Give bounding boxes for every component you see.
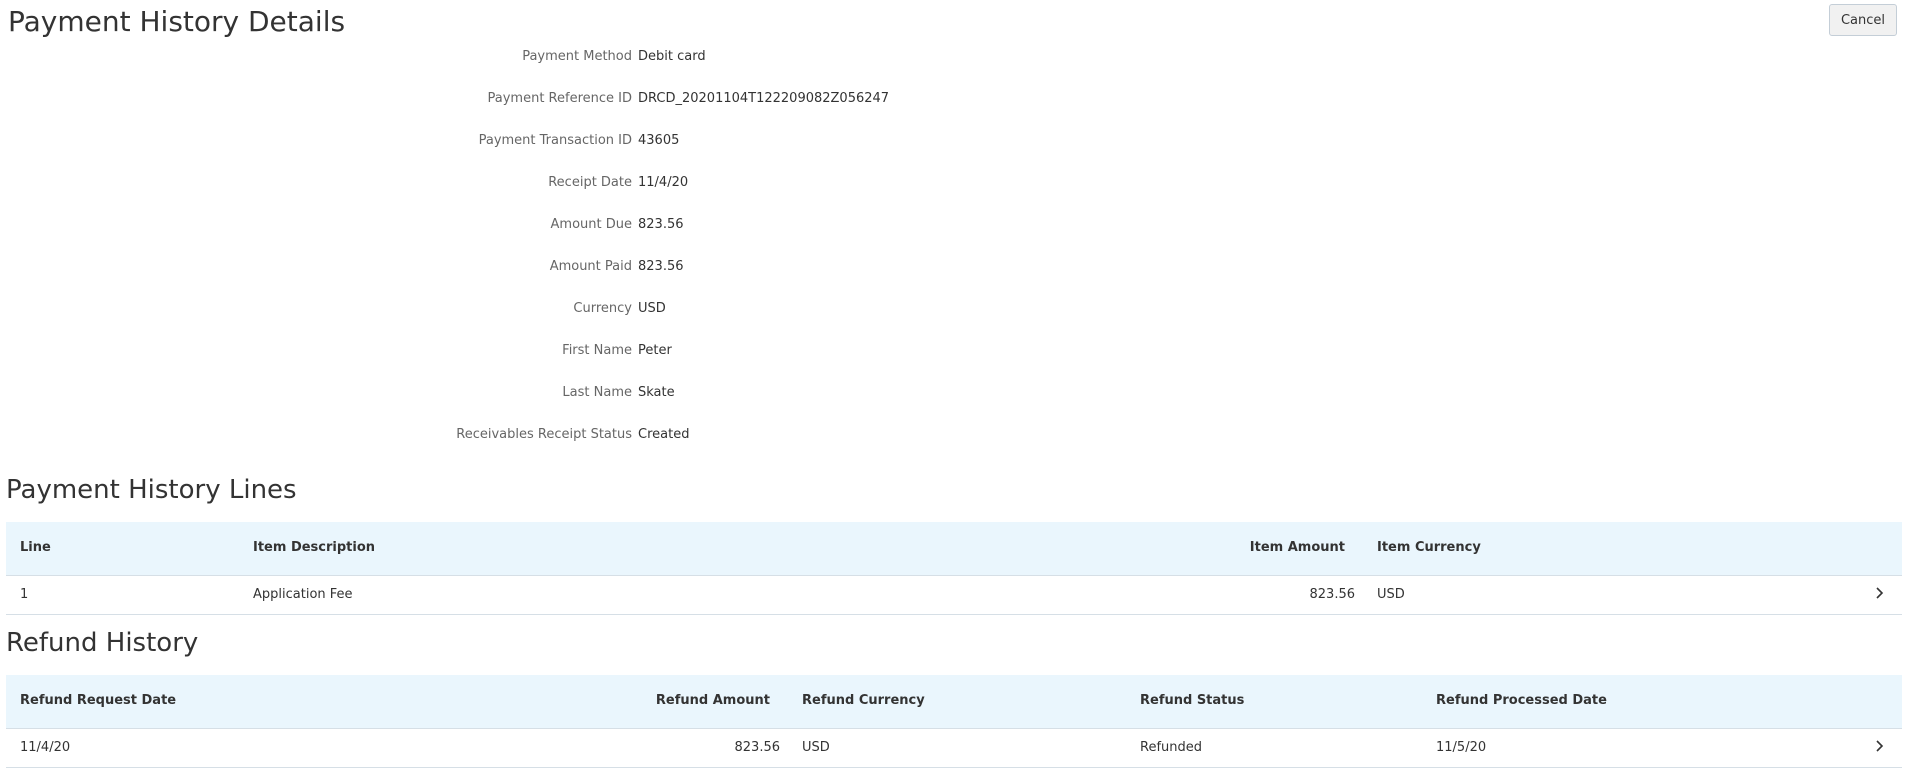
column-header-refund-request-date[interactable]: Refund Request Date [20,693,176,708]
field-value: USD [638,301,666,316]
cell-refund-status: Refunded [1140,740,1203,755]
field-value: 823.56 [638,217,684,232]
refund-history-title: Refund History [6,628,199,658]
field-payment-reference-id: Payment Reference ID DRCD_20201104T12220… [0,84,1200,126]
column-header-item-currency[interactable]: Item Currency [1377,540,1481,555]
column-header-item-amount[interactable]: Item Amount [1250,540,1345,555]
field-label: Payment Reference ID [487,91,633,106]
field-label: Receivables Receipt Status [456,427,632,442]
payment-history-details-page: Payment History Details Cancel Payment M… [0,0,1907,773]
field-label: First Name [562,343,632,358]
cell-item-description: Application Fee [253,587,353,602]
cell-refund-request-date: 11/4/20 [20,740,71,755]
field-value: DRCD_20201104T122209082Z056247 [638,91,890,106]
field-first-name: First Name Peter [0,336,1200,378]
refund-history-table: Refund Request Date Refund Amount Refund… [6,675,1902,768]
field-label: Amount Due [550,217,632,232]
table-row[interactable]: 11/4/20 823.56 USD Refunded 11/5/20 [6,729,1902,768]
field-value: Skate [638,385,675,400]
field-value: Debit card [638,49,706,64]
field-payment-transaction-id: Payment Transaction ID 43605 [0,126,1200,168]
field-amount-paid: Amount Paid 823.56 [0,252,1200,294]
cell-item-currency: USD [1377,587,1405,602]
field-label: Payment Transaction ID [478,133,632,148]
table-row[interactable]: 1 Application Fee 823.56 USD [6,576,1902,615]
payment-details-form: Payment Method Debit card Payment Refere… [0,42,1200,462]
chevron-right-icon[interactable] [1872,584,1888,602]
cell-refund-currency: USD [802,740,830,755]
column-header-refund-amount[interactable]: Refund Amount [656,693,770,708]
column-header-refund-currency[interactable]: Refund Currency [802,693,925,708]
field-value: 11/4/20 [638,175,689,190]
cell-item-amount: 823.56 [1309,587,1356,602]
table-header: Line Item Description Item Amount Item C… [6,522,1902,576]
field-label: Amount Paid [549,259,632,274]
field-label: Currency [573,301,632,316]
field-label: Receipt Date [548,175,632,190]
table-header: Refund Request Date Refund Amount Refund… [6,675,1902,729]
payment-history-lines-table: Line Item Description Item Amount Item C… [6,522,1902,615]
cell-refund-amount: 823.56 [734,740,781,755]
field-value: 823.56 [638,259,684,274]
field-receivables-receipt-status: Receivables Receipt Status Created [0,420,1200,462]
field-last-name: Last Name Skate [0,378,1200,420]
payment-history-lines-title: Payment History Lines [6,475,297,505]
field-value: 43605 [638,133,680,148]
field-amount-due: Amount Due 823.56 [0,210,1200,252]
field-value: Created [638,427,690,442]
field-label: Last Name [562,385,632,400]
field-value: Peter [638,343,672,358]
field-currency: Currency USD [0,294,1200,336]
cell-line: 1 [20,587,29,602]
column-header-line[interactable]: Line [20,540,51,555]
cell-refund-processed-date: 11/5/20 [1436,740,1487,755]
chevron-right-icon[interactable] [1872,737,1888,755]
field-receipt-date: Receipt Date 11/4/20 [0,168,1200,210]
cancel-button[interactable]: Cancel [1829,4,1897,36]
page-title: Payment History Details [8,5,346,38]
field-payment-method: Payment Method Debit card [0,42,1200,84]
column-header-refund-status[interactable]: Refund Status [1140,693,1244,708]
column-header-item-description[interactable]: Item Description [253,540,375,555]
column-header-refund-processed-date[interactable]: Refund Processed Date [1436,693,1607,708]
field-label: Payment Method [522,49,632,64]
